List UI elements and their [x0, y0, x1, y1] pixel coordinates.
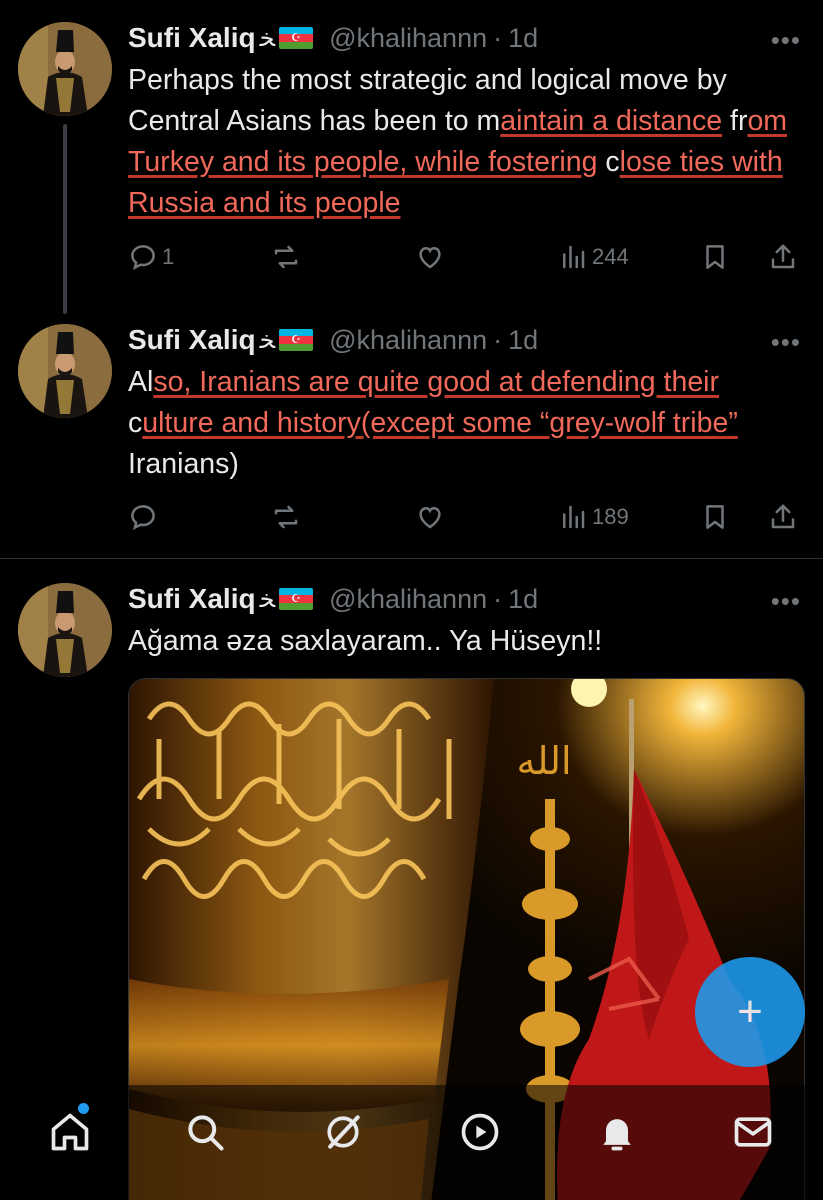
reply-count: 1	[162, 244, 175, 269]
separator-dot: ·	[493, 583, 503, 614]
bottom-nav	[0, 1085, 823, 1200]
bookmark-button[interactable]	[700, 497, 730, 537]
tab-video[interactable]	[455, 1107, 505, 1157]
share-icon	[771, 504, 795, 529]
notifications-icon	[603, 1119, 631, 1151]
avatar[interactable]	[18, 324, 112, 418]
author-name[interactable]: Sufi Xaliq	[128, 324, 256, 356]
home-unread-badge	[78, 1103, 89, 1114]
author-handle[interactable]: @khalihannn	[329, 23, 487, 54]
bookmark-icon	[706, 245, 724, 269]
view-count: 244	[592, 244, 629, 269]
more-options-icon[interactable]: •••	[771, 586, 801, 617]
tweet-header: Sufi Xaliq ﺨ ☪ @khalihannn · 1d	[128, 579, 538, 619]
author-handle[interactable]: @khalihannn	[329, 584, 487, 615]
analytics-icon	[563, 245, 585, 269]
tweet-text: Perhaps the most strategic and logical m…	[128, 64, 788, 219]
author-name[interactable]: Sufi Xaliq	[128, 583, 256, 615]
tab-home[interactable]	[45, 1107, 95, 1157]
compose-button[interactable]: +	[695, 957, 805, 1067]
tweet-actions: 1 244	[128, 237, 808, 277]
author-handle[interactable]: @khalihannn	[329, 325, 487, 356]
svg-text:الله: الله	[516, 739, 571, 783]
views-button[interactable]: 244	[558, 237, 629, 277]
search-icon	[188, 1115, 224, 1151]
avatar[interactable]	[18, 22, 112, 116]
name-glyph: ﺨ	[259, 24, 276, 52]
avatar-portrait	[18, 324, 112, 418]
analytics-icon	[563, 505, 585, 529]
timestamp[interactable]: 1d	[508, 23, 538, 54]
tab-grok[interactable]	[318, 1107, 368, 1157]
heart-icon	[419, 506, 441, 529]
thread-connector	[63, 124, 67, 314]
repost-button[interactable]	[271, 237, 301, 277]
tweet-text: Ağama əza saxlayaram.. Ya Hüseyn!!	[128, 625, 603, 657]
plus-icon: +	[737, 987, 763, 1036]
separator-dot: ·	[493, 22, 503, 53]
tweet-1[interactable]: Sufi Xaliq ﺨ ☪ @khalihannn · 1d ••• Perh…	[0, 0, 823, 314]
avatar-portrait	[18, 583, 112, 677]
reply-button[interactable]	[128, 497, 158, 537]
messages-icon	[734, 1117, 772, 1147]
reply-icon	[131, 505, 155, 531]
timestamp[interactable]: 1d	[508, 325, 538, 356]
azerbaijan-flag-icon: ☪	[279, 329, 314, 351]
video-icon	[461, 1113, 499, 1151]
grok-icon	[327, 1115, 360, 1149]
repost-icon	[274, 245, 298, 269]
tab-messages[interactable]	[728, 1107, 778, 1157]
reply-icon	[131, 245, 155, 271]
tweet-2[interactable]: Sufi Xaliq ﺨ ☪ @khalihannn · 1d ••• Also…	[0, 300, 823, 558]
reply-button[interactable]: 1	[128, 237, 174, 277]
home-icon	[51, 1113, 89, 1151]
timestamp[interactable]: 1d	[508, 584, 538, 615]
share-icon	[771, 244, 795, 269]
author-name[interactable]: Sufi Xaliq	[128, 22, 256, 54]
bookmark-button[interactable]	[700, 237, 730, 277]
tweet-header: Sufi Xaliq ﺨ ☪ @khalihannn · 1d	[128, 320, 538, 360]
share-button[interactable]	[768, 237, 798, 277]
like-button[interactable]	[415, 497, 445, 537]
views-button[interactable]: 189	[558, 497, 629, 537]
azerbaijan-flag-icon: ☪	[279, 588, 314, 610]
more-options-icon[interactable]: •••	[771, 25, 801, 56]
tweet-actions: 189	[128, 497, 808, 537]
tweet-header: Sufi Xaliq ﺨ ☪ @khalihannn · 1d	[128, 18, 538, 58]
bookmark-icon	[706, 505, 724, 529]
repost-icon	[274, 505, 298, 529]
name-glyph: ﺨ	[259, 585, 276, 613]
like-button[interactable]	[415, 237, 445, 277]
more-options-icon[interactable]: •••	[771, 327, 801, 358]
tab-search[interactable]	[180, 1107, 230, 1157]
tweet-text: Also, Iranians are quite good at defendi…	[128, 366, 738, 480]
avatar-portrait	[18, 22, 112, 116]
repost-button[interactable]	[271, 497, 301, 537]
separator-dot: ·	[493, 324, 503, 355]
azerbaijan-flag-icon: ☪	[279, 27, 314, 49]
share-button[interactable]	[768, 497, 798, 537]
view-count: 189	[592, 504, 629, 529]
heart-icon	[419, 246, 441, 269]
tab-notifications[interactable]	[592, 1107, 642, 1157]
name-glyph: ﺨ	[259, 326, 276, 354]
avatar[interactable]	[18, 583, 112, 677]
